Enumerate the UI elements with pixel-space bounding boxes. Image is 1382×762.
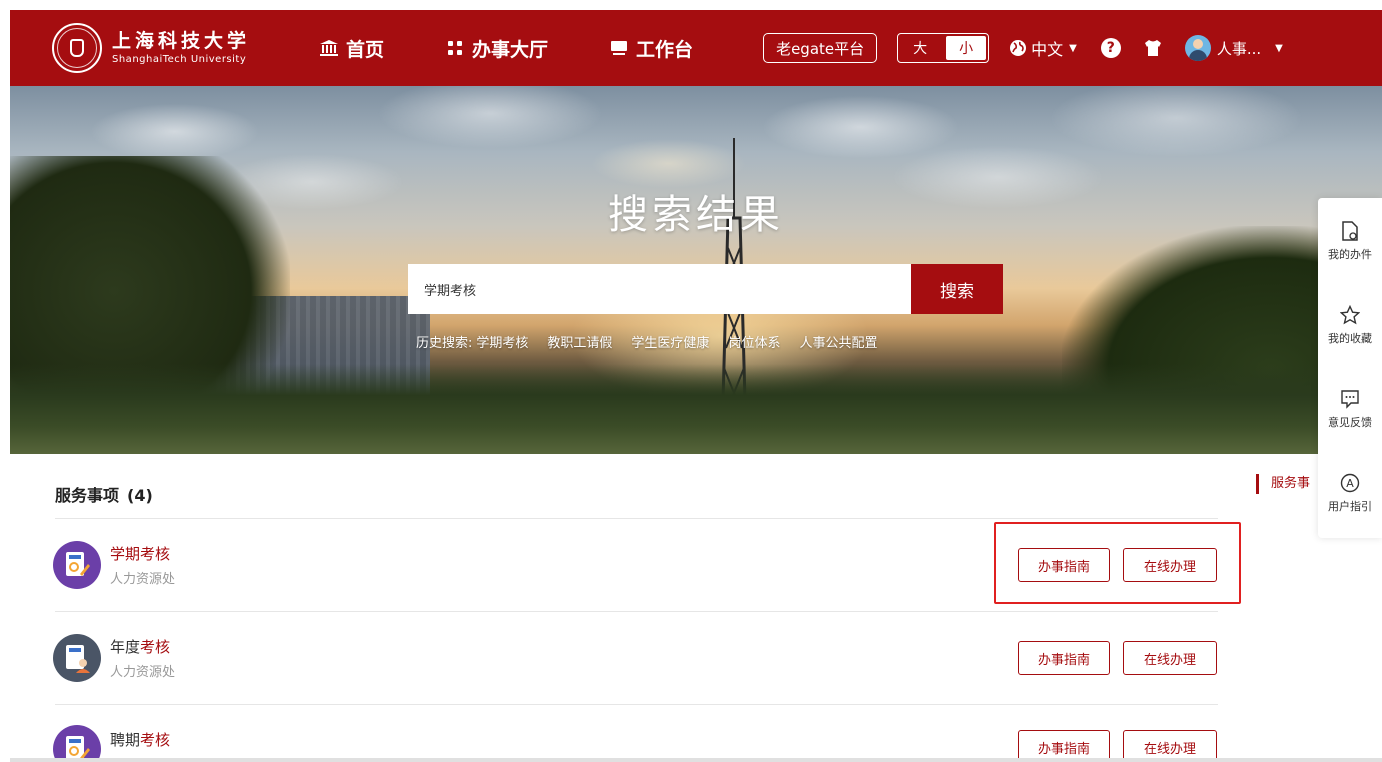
- language-label: 中文: [1031, 40, 1064, 59]
- history-item[interactable]: 学生医疗健康: [631, 332, 709, 351]
- side-item-label: 我的办件: [1328, 248, 1372, 261]
- university-seal-icon: [52, 23, 102, 73]
- top-header: 上海科技大学 ShanghaiTech University 首页 办事大厅 工…: [10, 10, 1382, 86]
- guide-button[interactable]: 办事指南: [1018, 641, 1110, 675]
- results-count: (4): [127, 486, 153, 505]
- language-selector[interactable]: 中文 ▼: [1009, 36, 1077, 60]
- font-size-toggle: 大 小: [897, 33, 990, 63]
- online-handle-button[interactable]: 在线办理: [1123, 548, 1217, 582]
- svg-text:A: A: [1346, 477, 1354, 490]
- nav-service-hall[interactable]: 办事大厅: [446, 35, 548, 62]
- help-icon[interactable]: ?: [1100, 38, 1121, 58]
- nav-service-hall-label: 办事大厅: [472, 38, 549, 61]
- museum-icon: [320, 40, 339, 56]
- caret-down-icon: ▼: [1069, 42, 1077, 54]
- bottom-scroll-edge: [10, 758, 1382, 762]
- feedback-button[interactable]: 意见反馈: [1318, 388, 1382, 430]
- service-name-highlight: 考核: [140, 731, 171, 749]
- nav-home[interactable]: 首页: [320, 35, 384, 62]
- history-item[interactable]: 人事公共配置: [799, 332, 877, 351]
- logo-chinese-name: 上海科技大学: [112, 29, 251, 52]
- logo-english-name: ShanghaiTech University: [112, 54, 247, 66]
- history-item[interactable]: 岗位体系: [728, 332, 780, 351]
- service-category-tab[interactable]: 服务事: [1256, 474, 1310, 494]
- service-name[interactable]: 年度考核: [110, 636, 170, 657]
- nav-workbench-label: 工作台: [636, 38, 694, 61]
- search-history-label: 历史搜索:: [416, 336, 473, 351]
- university-logo[interactable]: 上海科技大学 ShanghaiTech University: [52, 23, 250, 73]
- theme-shirt-icon[interactable]: [1143, 38, 1163, 58]
- service-name-prefix: 年度: [110, 638, 141, 656]
- grid-icon: [446, 40, 464, 56]
- service-department: 人力资源处: [110, 665, 176, 680]
- banner-treeline: [10, 364, 1382, 454]
- results-heading: 服务事项 (4): [55, 482, 153, 506]
- font-size-large[interactable]: 大: [900, 36, 940, 60]
- history-item[interactable]: 学期考核: [476, 332, 528, 351]
- document-icon: [1339, 220, 1361, 242]
- nav-workbench[interactable]: 工作台: [610, 35, 693, 62]
- old-egate-button[interactable]: 老egate平台: [763, 33, 878, 63]
- my-favorites-button[interactable]: 我的收藏: [1318, 304, 1382, 346]
- service-name[interactable]: 学期考核: [110, 543, 170, 564]
- page-title: 搜索结果: [608, 192, 784, 238]
- search-input[interactable]: [408, 264, 911, 314]
- service-name-prefix: 聘期: [110, 731, 141, 749]
- list-item: 年度考核 人力资源处 办事指南 在线办理: [53, 612, 1218, 705]
- caret-down-icon: ▼: [1275, 42, 1283, 54]
- history-item[interactable]: 教职工请假: [547, 332, 612, 351]
- globe-icon: [1010, 40, 1027, 56]
- list-item: 聘期考核 办事指南 在线办理: [53, 705, 1218, 762]
- my-applications-button[interactable]: 我的办件: [1318, 220, 1382, 262]
- user-guide-button[interactable]: A 用户指引: [1318, 472, 1382, 514]
- search-button[interactable]: 搜索: [911, 264, 1003, 314]
- guide-button[interactable]: 办事指南: [1018, 548, 1110, 582]
- nav-home-label: 首页: [346, 38, 385, 61]
- side-toolbar: 我的办件 我的收藏 意见反馈 A 用户指引: [1318, 198, 1382, 538]
- side-item-label: 用户指引: [1328, 500, 1372, 513]
- main-nav: 首页 办事大厅 工作台: [320, 35, 755, 62]
- side-item-label: 意见反馈: [1328, 416, 1372, 429]
- avatar: [1184, 35, 1211, 61]
- results-title: 服务事项: [55, 486, 120, 505]
- monitor-icon: [610, 40, 628, 56]
- feedback-icon: [1339, 388, 1361, 410]
- annual-review-icon: [53, 634, 101, 682]
- service-name-highlight: 考核: [140, 638, 171, 656]
- search-history: 历史搜索: 学期考核 教职工请假 学生医疗健康 岗位体系 人事公共配置: [416, 332, 896, 351]
- guide-icon: A: [1339, 472, 1361, 494]
- assessment-form-icon: [53, 725, 101, 762]
- search-banner: 搜索结果 搜索 历史搜索: 学期考核 教职工请假 学生医疗健康 岗位体系 人事公…: [10, 86, 1382, 454]
- list-item: 学期考核 人力资源处 办事指南 在线办理: [53, 519, 1218, 612]
- user-menu[interactable]: 人事... ▼: [1184, 35, 1283, 61]
- service-department: 人力资源处: [110, 572, 176, 587]
- service-name-highlight: 学期考核: [110, 545, 171, 563]
- star-icon: [1339, 304, 1361, 326]
- online-handle-button[interactable]: 在线办理: [1123, 641, 1217, 675]
- font-size-small[interactable]: 小: [946, 36, 987, 60]
- service-name[interactable]: 聘期考核: [110, 729, 170, 750]
- user-name: 人事...: [1216, 39, 1262, 58]
- side-item-label: 我的收藏: [1328, 332, 1372, 345]
- search-box: 搜索: [408, 264, 1003, 314]
- assessment-form-icon: [53, 541, 101, 589]
